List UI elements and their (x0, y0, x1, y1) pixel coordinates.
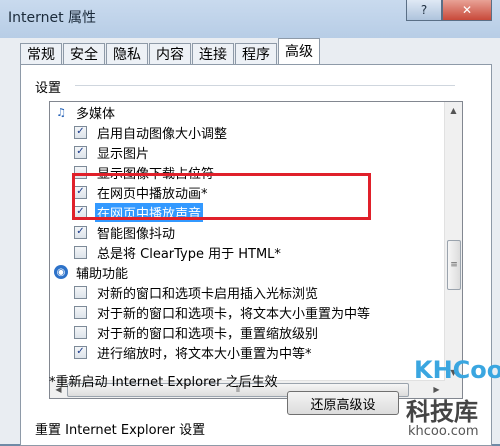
tab-strip: 常规 安全 隐私 内容 连接 程序 高级 (20, 38, 321, 66)
internet-properties-window: Internet 属性 ? ✕ 常规 安全 隐私 内容 连接 程序 高级 设置 … (0, 0, 500, 446)
tab-advanced[interactable]: 高级 (278, 38, 320, 66)
watermark-name: 科技库 (406, 398, 478, 426)
watermark-logo: KHCoo (414, 356, 500, 384)
highlight-box (72, 173, 371, 220)
tab-general[interactable]: 常规 (20, 43, 62, 66)
window-title: Internet 属性 (8, 10, 97, 26)
scroll-up-icon[interactable]: ▲ (445, 102, 462, 119)
list-item[interactable]: ✓ 智能图像抖动 (74, 222, 177, 242)
vertical-scroll-thumb[interactable]: ≡ (447, 240, 461, 290)
tab-programs[interactable]: 程序 (235, 43, 277, 66)
checkbox[interactable]: ✓ (74, 125, 87, 139)
multimedia-icon: ♫ (56, 105, 66, 119)
category-multimedia: ♫ 多媒体 (54, 102, 117, 122)
list-item[interactable]: 对于新的窗口和选项卡，重置缩放级别 (74, 322, 320, 342)
close-button[interactable]: ✕ (442, 0, 492, 21)
list-item[interactable]: 对新的窗口和选项卡启用插入光标浏览 (74, 282, 320, 302)
list-item[interactable]: ✓ 启用自动图像大小调整 (74, 122, 229, 142)
checkbox[interactable] (74, 325, 87, 339)
list-item[interactable]: 对于新的窗口和选项卡，将文本大小重置为中等 (74, 302, 372, 322)
accessibility-icon: ◉ (54, 265, 68, 279)
group-divider (75, 85, 455, 86)
list-item[interactable]: ✓ 进行缩放时，将文本大小重置为中等* (74, 342, 314, 362)
category-accessibility: ◉ 辅助功能 (54, 262, 130, 282)
tab-privacy[interactable]: 隐私 (106, 43, 148, 66)
checkbox[interactable] (74, 305, 87, 319)
watermark-url: khcoo.com (408, 424, 479, 439)
list-item[interactable]: ✓ 显示图片 (74, 142, 151, 162)
settings-group-label: 设置 (35, 81, 62, 96)
checkbox[interactable] (74, 285, 87, 299)
restart-note: *重新启动 Internet Explorer 之后生效 (49, 375, 278, 390)
checkbox[interactable]: ✓ (74, 145, 87, 159)
tab-connections[interactable]: 连接 (192, 43, 234, 66)
tab-content[interactable]: 内容 (149, 43, 191, 66)
restore-advanced-settings-button[interactable]: 还原高级设 (287, 391, 399, 415)
title-bar-buttons: ? ✕ (406, 0, 492, 21)
list-item[interactable]: 总是将 ClearType 用于 HTML* (74, 242, 283, 262)
watermark: KHCoo 科技库 khcoo.com (396, 354, 500, 444)
vertical-scrollbar[interactable]: ▲ ≡ ▼ (444, 102, 462, 381)
checkbox[interactable]: ✓ (74, 345, 87, 359)
checkbox[interactable]: ✓ (74, 225, 87, 239)
reset-section-label: 重置 Internet Explorer 设置 (35, 423, 206, 438)
checkbox[interactable] (74, 245, 87, 259)
help-button[interactable]: ? (406, 0, 442, 21)
tab-security[interactable]: 安全 (63, 43, 105, 66)
